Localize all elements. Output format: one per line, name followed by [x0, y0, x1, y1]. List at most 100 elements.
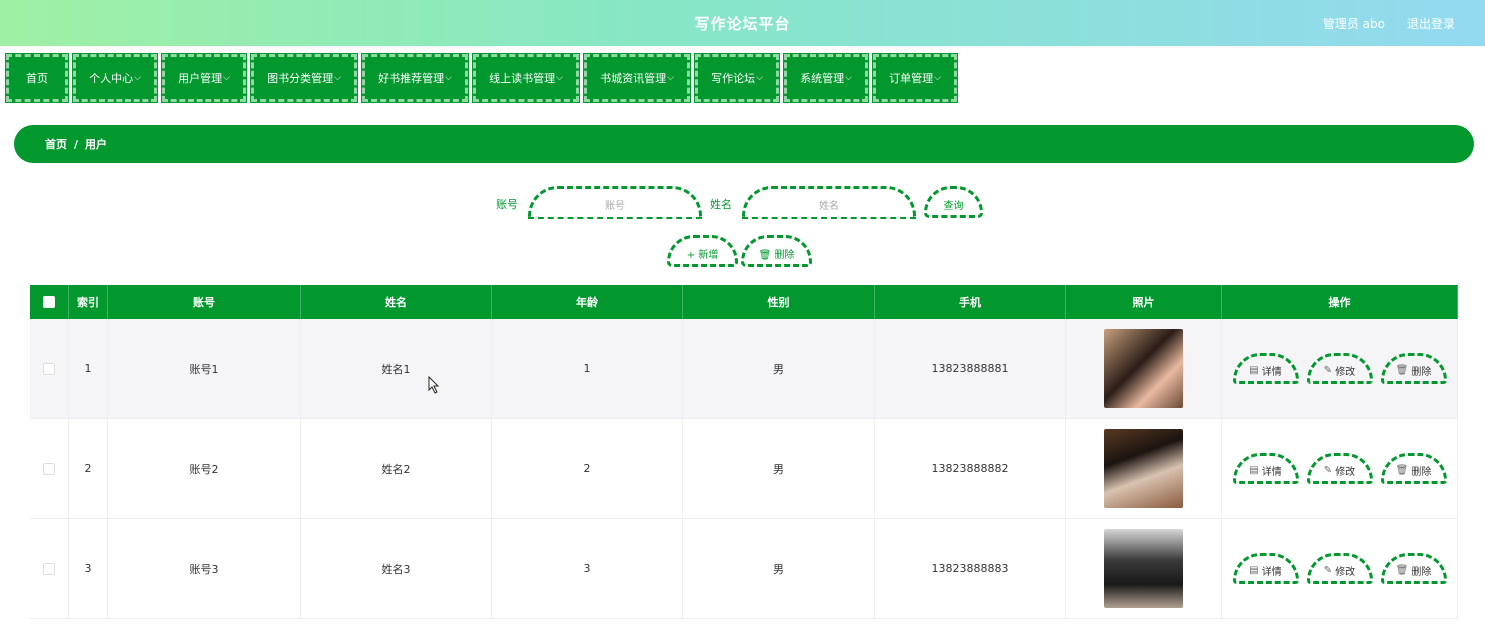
cell-gender: 男 [683, 319, 875, 418]
top-header-bar: 写作论坛平台 管理员 abo 退出登录 [0, 0, 1485, 46]
cell-account: 账号2 [108, 419, 301, 518]
document-icon: ▤ [1249, 464, 1259, 476]
nav-label: 系统管理 [800, 72, 845, 85]
cell-account: 账号1 [108, 319, 301, 418]
header-actions: 操作 [1222, 285, 1458, 319]
add-button[interactable]: + 新增 [667, 235, 738, 267]
detail-button[interactable]: ▤ 详情 [1232, 453, 1299, 484]
name-label: 姓名 [710, 198, 732, 211]
row-checkbox[interactable] [43, 462, 55, 475]
query-button[interactable]: 查询 [924, 186, 983, 218]
pencil-icon: ✎ [1323, 564, 1333, 576]
edit-button[interactable]: ✎ 修改 [1306, 353, 1373, 384]
delete-label: 删除 [1411, 466, 1432, 478]
cell-age: 1 [492, 319, 683, 418]
chevron-down-icon: ⌵ [845, 73, 852, 83]
cell-index: 1 [69, 319, 108, 418]
cell-index: 3 [69, 519, 108, 618]
nav-label: 用户管理 [178, 72, 223, 85]
edit-button[interactable]: ✎ 修改 [1306, 453, 1373, 484]
trash-icon: 🗑 [1395, 464, 1409, 476]
nav-label: 线上读书管理 [489, 72, 556, 85]
detail-button[interactable]: ▤ 详情 [1232, 553, 1299, 584]
detail-label: 详情 [1261, 466, 1282, 478]
current-user: 管理员 abo [1322, 17, 1385, 31]
delete-label: 删除 [774, 250, 795, 261]
breadcrumb-separator: / [74, 137, 79, 151]
table-header: 索引 账号 姓名 年龄 性别 手机 照片 操作 [30, 285, 1458, 319]
table-row: 3 账号3 姓名3 3 男 13823888883 ▤ 详情 ✎ 修改 🗑 删除 [30, 519, 1458, 619]
delete-button[interactable]: 🗑 删除 [1380, 353, 1447, 384]
header-phone: 手机 [875, 285, 1066, 319]
header-name: 姓名 [301, 285, 492, 319]
table-row: 2 账号2 姓名2 2 男 13823888882 ▤ 详情 ✎ 修改 🗑 删除 [30, 419, 1458, 519]
chevron-down-icon: ⌵ [934, 73, 941, 83]
user-photo[interactable] [1104, 329, 1183, 408]
nav-item-writing-forum[interactable]: 写作论坛 ⌵ [694, 53, 780, 103]
edit-button[interactable]: ✎ 修改 [1306, 553, 1373, 584]
row-checkbox[interactable] [43, 562, 55, 575]
edit-label: 修改 [1335, 366, 1356, 378]
account-search-input[interactable]: 账号 [528, 186, 702, 219]
document-icon: ▤ [1249, 564, 1259, 576]
delete-button[interactable]: 🗑 删除 [1380, 453, 1447, 484]
user-photo[interactable] [1104, 429, 1183, 508]
cell-name: 姓名3 [301, 519, 492, 618]
nav-item-home[interactable]: 首页 [5, 53, 69, 103]
cell-phone: 13823888883 [875, 519, 1066, 618]
header-age: 年龄 [492, 285, 683, 319]
bulk-delete-button[interactable]: 🗑 删除 [741, 235, 812, 267]
chevron-down-icon: ⌵ [134, 73, 141, 83]
trash-icon: 🗑 [1395, 564, 1409, 576]
delete-label: 删除 [1411, 366, 1432, 378]
cell-gender: 男 [683, 519, 875, 618]
nav-item-book-category[interactable]: 图书分类管理 ⌵ [250, 53, 358, 103]
cell-name: 姓名2 [301, 419, 492, 518]
nav-label: 订单管理 [889, 72, 934, 85]
nav-item-order-mgmt[interactable]: 订单管理 ⌵ [872, 53, 958, 103]
delete-button[interactable]: 🗑 删除 [1380, 553, 1447, 584]
chevron-down-icon: ⌵ [556, 73, 563, 83]
nav-item-bookstore-news[interactable]: 书城资讯管理 ⌵ [583, 53, 691, 103]
cell-name: 姓名1 [301, 319, 492, 418]
cell-phone: 13823888882 [875, 419, 1066, 518]
detail-button[interactable]: ▤ 详情 [1232, 353, 1299, 384]
chevron-down-icon: ⌵ [667, 73, 674, 83]
add-label: 新增 [698, 250, 719, 261]
nav-item-online-reading[interactable]: 线上读书管理 ⌵ [472, 53, 580, 103]
header-photo: 照片 [1066, 285, 1222, 319]
cell-age: 2 [492, 419, 683, 518]
nav-label: 写作论坛 [711, 72, 756, 85]
nav-label: 个人中心 [89, 72, 134, 85]
edit-label: 修改 [1335, 566, 1356, 578]
header-account: 账号 [108, 285, 301, 319]
nav-item-user-mgmt[interactable]: 用户管理 ⌵ [161, 53, 247, 103]
breadcrumb-current: 用户 [85, 138, 108, 151]
breadcrumb-home[interactable]: 首页 [45, 136, 67, 152]
select-all-checkbox[interactable] [43, 296, 55, 308]
header-gender: 性别 [683, 285, 875, 319]
user-photo[interactable] [1104, 529, 1183, 608]
nav-label: 书城资讯管理 [600, 72, 667, 85]
chevron-down-icon: ⌵ [334, 73, 341, 83]
logout-link[interactable]: 退出登录 [1407, 15, 1455, 32]
pencil-icon: ✎ [1323, 364, 1333, 376]
header-index: 索引 [69, 285, 108, 319]
account-label: 账号 [496, 198, 518, 211]
breadcrumb: 首页 / 用户 [14, 125, 1474, 163]
row-checkbox[interactable] [43, 362, 55, 375]
nav-label: 首页 [26, 72, 48, 85]
chevron-down-icon: ⌵ [756, 73, 763, 83]
cell-age: 3 [492, 519, 683, 618]
plus-icon: + [686, 250, 699, 261]
mouse-cursor-icon [428, 376, 440, 394]
nav-item-personal-center[interactable]: 个人中心 ⌵ [72, 53, 158, 103]
main-nav: 首页 个人中心 ⌵ 用户管理 ⌵ 图书分类管理 ⌵ 好书推荐管理 ⌵ 线上读书管理 ⌵ 书… [5, 53, 958, 103]
nav-item-book-recommend[interactable]: 好书推荐管理 ⌵ [361, 53, 469, 103]
cell-gender: 男 [683, 419, 875, 518]
user-table: 索引 账号 姓名 年龄 性别 手机 照片 操作 1 账号1 姓名1 1 男 13… [30, 285, 1458, 619]
name-search-input[interactable]: 姓名 [742, 186, 916, 219]
nav-item-system-mgmt[interactable]: 系统管理 ⌵ [783, 53, 869, 103]
delete-label: 删除 [1411, 566, 1432, 578]
search-bar: 账号 账号 姓名 姓名 查询 [0, 186, 1485, 219]
